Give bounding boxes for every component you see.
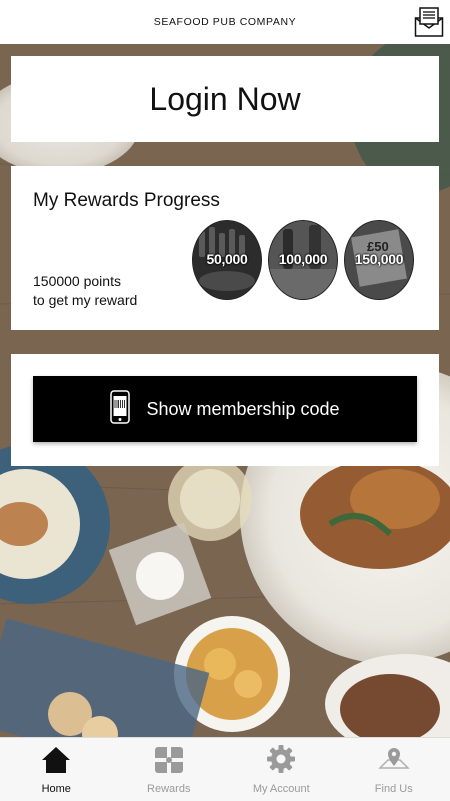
tab-home-label: Home — [42, 783, 71, 795]
login-card[interactable]: Login Now — [11, 56, 439, 142]
points-remaining: 150000 points to get my reward — [33, 272, 137, 310]
tab-rewards-label: Rewards — [147, 783, 190, 795]
reward-badge-1[interactable]: 50,000 — [192, 220, 262, 300]
tab-my-account-label: My Account — [253, 783, 310, 795]
points-line-2: to get my reward — [33, 291, 137, 310]
gear-icon — [266, 744, 296, 779]
tab-home[interactable]: Home — [0, 738, 113, 801]
show-membership-code-button[interactable]: Show membership code — [33, 376, 417, 442]
app-header: SEAFOOD PUB COMPANY — [0, 0, 450, 44]
rewards-title: My Rewards Progress — [33, 190, 220, 212]
membership-card: Show membership code — [11, 354, 439, 466]
badge-2-label: 100,000 — [269, 251, 337, 267]
phone-barcode-icon — [110, 390, 130, 429]
home-icon — [41, 746, 71, 779]
badge-1-label: 50,000 — [193, 251, 261, 267]
envelope-icon[interactable] — [414, 6, 444, 38]
brand-name: SEAFOOD PUB COMPANY — [154, 16, 296, 28]
tab-my-account[interactable]: My Account — [225, 738, 338, 801]
badge-3-label: 150,000 — [345, 251, 413, 267]
tab-find-us-label: Find Us — [375, 783, 413, 795]
tab-find-us[interactable]: Find Us — [338, 738, 450, 801]
login-button-label: Login Now — [149, 81, 300, 118]
rewards-progress-card: My Rewards Progress 150000 points to get… — [11, 166, 439, 330]
tab-rewards[interactable]: Rewards — [113, 738, 226, 801]
points-line-1: 150000 points — [33, 272, 137, 291]
reward-badge-3[interactable]: £50 150,000 — [344, 220, 414, 300]
gift-icon — [154, 746, 184, 779]
map-pin-icon — [378, 746, 410, 779]
show-membership-code-label: Show membership code — [146, 399, 339, 420]
reward-badge-2[interactable]: 100,000 — [268, 220, 338, 300]
bottom-tab-bar: Home Rewards M — [0, 737, 450, 801]
